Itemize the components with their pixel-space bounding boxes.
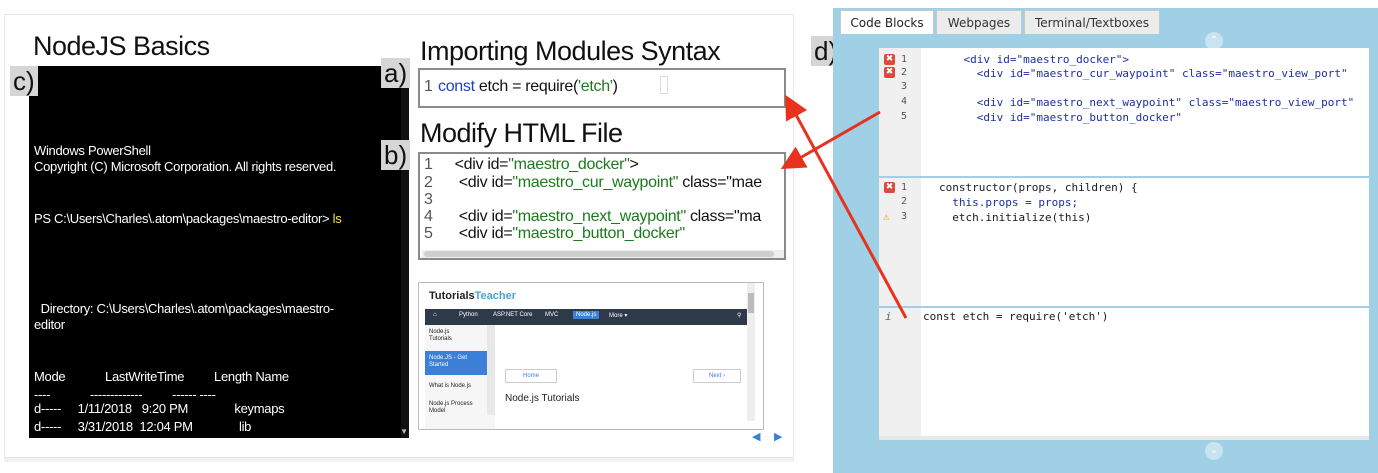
screenshot-root: NodeJS Basics Importing Modules Syntax M… [0,0,1378,473]
arrow-to-code-a [785,94,908,319]
annotation-arrows [780,94,908,319]
